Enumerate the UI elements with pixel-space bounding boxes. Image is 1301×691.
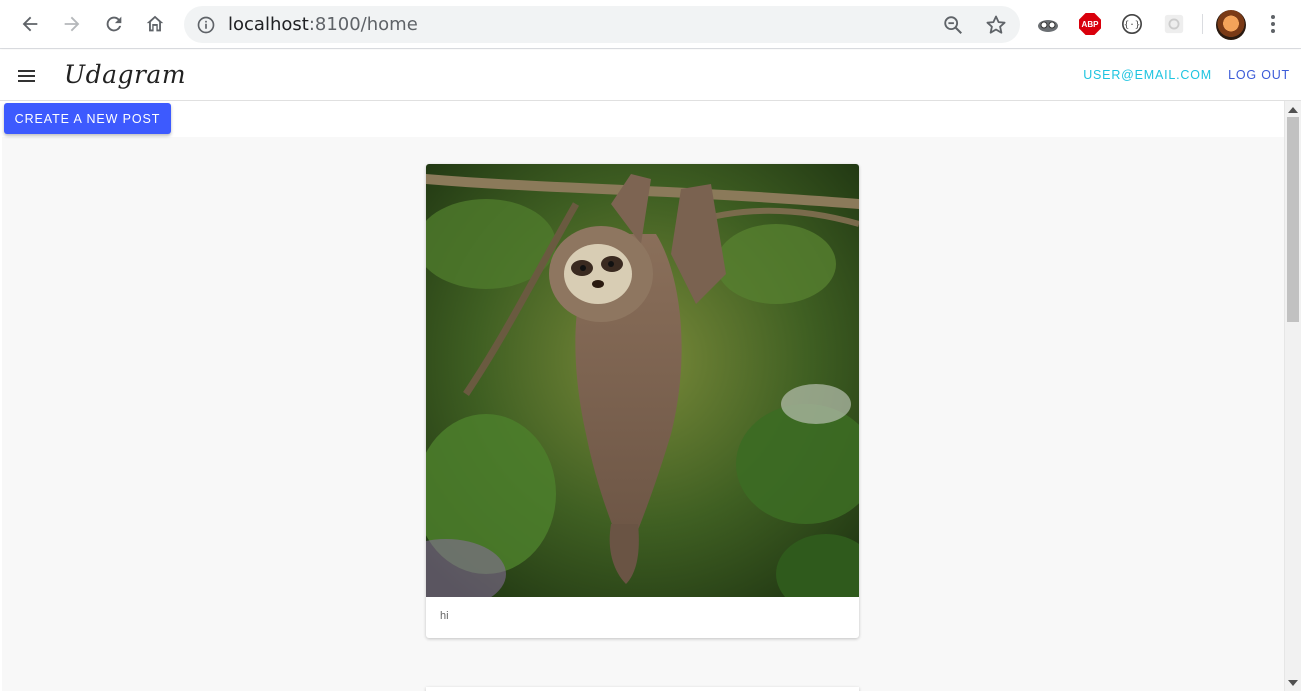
json-braces-icon: {·}	[1122, 14, 1142, 34]
create-post-button[interactable]: CREATE A NEW POST	[4, 103, 171, 134]
arrow-left-icon	[22, 16, 38, 32]
extension-cat-icon[interactable]	[1036, 12, 1060, 36]
url-host: localhost	[228, 14, 309, 35]
url-path: :8100/home	[308, 14, 418, 35]
post-image	[426, 164, 859, 597]
user-email-link[interactable]: USER@EMAIL.COM	[1083, 68, 1212, 82]
post-caption: hi	[440, 610, 449, 622]
app-title: Udagram	[64, 60, 187, 89]
scroll-down-arrow-icon[interactable]	[1288, 680, 1298, 686]
main-content: hi CREATE A NEW POST	[0, 101, 1284, 691]
home-button[interactable]	[141, 10, 169, 38]
reload-button[interactable]	[100, 10, 128, 38]
scroll-thumb[interactable]	[1287, 117, 1299, 322]
scroll-up-arrow-icon[interactable]	[1288, 107, 1298, 113]
forward-button[interactable]	[58, 10, 86, 38]
svg-text:{·}: {·}	[1124, 20, 1141, 31]
feed-item-card: hi	[426, 164, 859, 638]
json-viewer-extension-button[interactable]: {·}	[1120, 12, 1144, 36]
browser-toolbar: localhost:8100/home ABP {·}	[0, 0, 1301, 49]
bookmark-star-icon[interactable]	[984, 13, 1008, 37]
app-header: Udagram USER@EMAIL.COM LOG OUT	[0, 50, 1301, 101]
abp-icon: ABP	[1079, 13, 1101, 35]
address-bar[interactable]: localhost:8100/home	[184, 6, 1020, 43]
feed-item-card-next	[426, 687, 859, 691]
hamburger-menu-icon[interactable]	[14, 64, 40, 88]
toolbar-divider	[1202, 14, 1203, 34]
reload-icon	[106, 16, 122, 32]
logout-button[interactable]: LOG OUT	[1228, 68, 1290, 82]
profile-avatar[interactable]	[1216, 10, 1246, 40]
back-button[interactable]	[16, 10, 44, 38]
home-icon	[146, 15, 164, 32]
arrow-right-icon	[64, 16, 80, 32]
extension-gear-icon	[1164, 14, 1184, 34]
cat-glasses-icon	[1038, 20, 1058, 32]
info-icon[interactable]	[196, 15, 216, 35]
page-scrollbar[interactable]	[1284, 101, 1301, 691]
more-vert-icon[interactable]	[1263, 12, 1283, 36]
extension-gear-button[interactable]	[1162, 12, 1186, 36]
zoom-icon[interactable]	[942, 14, 964, 36]
feed: hi	[2, 137, 1284, 691]
url-text[interactable]: localhost:8100/home	[228, 14, 418, 35]
adblock-extension-button[interactable]: ABP	[1078, 12, 1102, 36]
